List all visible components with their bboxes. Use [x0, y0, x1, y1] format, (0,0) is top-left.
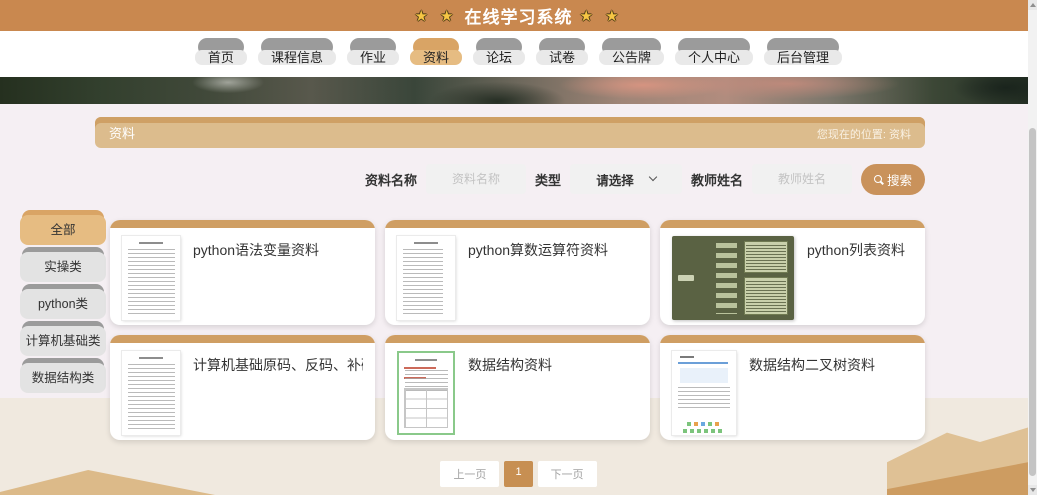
page-title: 资料 — [109, 123, 135, 142]
pagination: 上一页 1 下一页 — [0, 461, 1037, 487]
material-card[interactable]: python算数运算符资料 — [385, 220, 650, 325]
nav-tab-homework[interactable]: 作业 — [347, 45, 399, 71]
material-name-input[interactable] — [426, 164, 526, 194]
card-top-stripe — [110, 220, 375, 228]
material-card[interactable]: 数据结构资料 — [385, 335, 650, 440]
scroll-down-arrow-icon[interactable] — [1028, 485, 1037, 495]
search-form: 资料名称 类型 请选择 教师姓名 搜索 — [365, 163, 925, 195]
type-select[interactable]: 请选择 — [570, 164, 682, 194]
nav-tab-home[interactable]: 首页 — [195, 45, 247, 71]
scroll-up-arrow-icon[interactable] — [1028, 0, 1037, 10]
teacher-name-label: 教师姓名 — [691, 170, 743, 189]
sidebar-item-label: 数据结构类 — [20, 363, 106, 393]
scrollbar-thumb[interactable] — [1029, 128, 1036, 476]
material-name-label: 资料名称 — [365, 170, 417, 189]
material-title: python语法变量资料 — [193, 236, 319, 260]
nav-tab-label: 论坛 — [473, 50, 525, 65]
sidebar-item-practice[interactable]: 实操类 — [20, 252, 106, 282]
nav-tab-materials[interactable]: 资料 — [410, 45, 462, 71]
material-card[interactable]: 计算机基础原码、反码、补码... — [110, 335, 375, 440]
banner-image — [0, 77, 1037, 104]
type-label: 类型 — [535, 170, 561, 189]
document-thumbnail — [122, 236, 180, 320]
main-nav: 首页 课程信息 作业 资料 论坛 试卷 公告牌 个人中心 后台管理 — [0, 31, 1037, 77]
nav-tab-label: 公告牌 — [599, 50, 664, 65]
material-title: python算数运算符资料 — [468, 236, 608, 260]
material-title: python列表资料 — [807, 236, 905, 260]
page-title-bar: 资料 您现在的位置: 资料 — [95, 117, 925, 148]
teacher-name-input[interactable] — [752, 164, 852, 194]
star-icons-left: ★ ★ — [414, 7, 457, 25]
chevron-down-icon — [648, 173, 656, 181]
nav-tab-course-info[interactable]: 课程信息 — [258, 45, 336, 71]
search-button-label: 搜索 — [887, 170, 912, 189]
type-select-value: 请选择 — [596, 170, 634, 189]
nav-tab-label: 个人中心 — [675, 50, 753, 65]
current-page-button[interactable]: 1 — [504, 461, 532, 487]
category-sidebar: 全部 实操类 python类 计算机基础类 数据结构类 — [20, 215, 106, 400]
nav-tab-label: 试卷 — [536, 50, 588, 65]
nav-tab-bulletin[interactable]: 公告牌 — [599, 45, 664, 71]
nav-tab-label: 后台管理 — [764, 50, 842, 65]
search-button[interactable]: 搜索 — [861, 164, 925, 195]
breadcrumb: 您现在的位置: 资料 — [817, 126, 911, 142]
app-title: 在线学习系统 — [465, 3, 573, 28]
nav-tab-label: 首页 — [195, 50, 247, 65]
star-icons-right: ★ ★ — [580, 7, 623, 25]
material-card-grid: python语法变量资料 python算数运算符资料 — [110, 220, 925, 440]
card-top-stripe — [385, 220, 650, 228]
online-learning-system-page: ★ ★ 在线学习系统 ★ ★ 首页 课程信息 作业 资料 论坛 试卷 公告牌 个… — [0, 0, 1037, 495]
document-thumbnail — [397, 236, 455, 320]
card-top-stripe — [385, 335, 650, 343]
mindmap-thumbnail — [672, 236, 794, 320]
main-content: 资料 您现在的位置: 资料 资料名称 类型 请选择 教师姓名 搜索 全部 实操类… — [0, 104, 1037, 495]
nav-tab-admin[interactable]: 后台管理 — [764, 45, 842, 71]
nav-tab-label: 资料 — [410, 50, 462, 65]
app-header: ★ ★ 在线学习系统 ★ ★ — [0, 0, 1037, 31]
nav-tab-profile[interactable]: 个人中心 — [675, 45, 753, 71]
sidebar-item-all[interactable]: 全部 — [20, 215, 106, 245]
card-top-stripe — [660, 335, 925, 343]
material-title: 数据结构资料 — [468, 351, 552, 375]
nav-tab-label: 课程信息 — [258, 50, 336, 65]
material-title: 数据结构二叉树资料 — [749, 351, 875, 375]
sidebar-item-label: 计算机基础类 — [20, 326, 106, 356]
card-top-stripe — [110, 335, 375, 343]
sidebar-item-python[interactable]: python类 — [20, 289, 106, 319]
material-card[interactable]: python语法变量资料 — [110, 220, 375, 325]
sidebar-item-label: 全部 — [20, 215, 106, 245]
prev-page-button[interactable]: 上一页 — [440, 461, 499, 487]
sidebar-item-data-structures[interactable]: 数据结构类 — [20, 363, 106, 393]
document-thumbnail — [397, 351, 455, 435]
nav-tab-label: 作业 — [347, 50, 399, 65]
document-thumbnail — [672, 351, 736, 435]
next-page-button[interactable]: 下一页 — [538, 461, 597, 487]
sidebar-item-label: 实操类 — [20, 252, 106, 282]
material-card[interactable]: python列表资料 — [660, 220, 925, 325]
search-icon — [874, 175, 882, 183]
sidebar-item-computer-basics[interactable]: 计算机基础类 — [20, 326, 106, 356]
vertical-scrollbar — [1028, 0, 1037, 495]
document-thumbnail — [122, 351, 180, 435]
material-card[interactable]: 数据结构二叉树资料 — [660, 335, 925, 440]
nav-tab-exams[interactable]: 试卷 — [536, 45, 588, 71]
material-title: 计算机基础原码、反码、补码... — [193, 351, 363, 375]
nav-tab-forum[interactable]: 论坛 — [473, 45, 525, 71]
card-top-stripe — [660, 220, 925, 228]
sidebar-item-label: python类 — [20, 289, 106, 319]
